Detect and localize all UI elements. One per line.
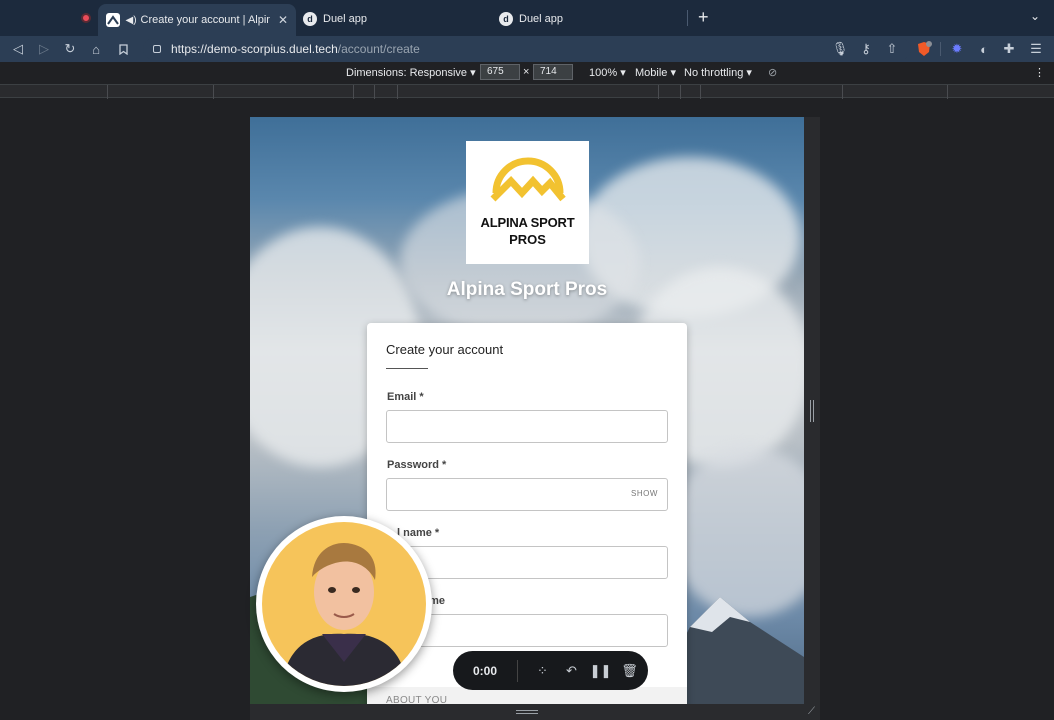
width-input[interactable]: 675: [480, 64, 520, 80]
tab-strip: ◀) Create your account | Alpina Sport Pr…: [0, 0, 1054, 36]
dimensions-dropdown[interactable]: Dimensions: Responsive ▾: [346, 66, 476, 79]
lock-icon: [153, 45, 161, 53]
navigation-bar: ◁ ▷ ↻ ⌂ https://demo-scorpius.duel.tech/…: [0, 36, 1054, 62]
tab-title: Duel app: [519, 13, 564, 25]
duel-favicon-icon: d: [499, 12, 513, 26]
alpina-favicon-icon: [106, 13, 120, 27]
extension-globe-icon[interactable]: ◐: [975, 40, 993, 58]
menu-icon[interactable]: ☰: [1027, 40, 1045, 58]
address-bar[interactable]: https://demo-scorpius.duel.tech/account/…: [143, 38, 911, 60]
height-input[interactable]: 714: [533, 64, 573, 80]
times-symbol: ×: [523, 66, 530, 78]
forward-icon[interactable]: ▷: [35, 40, 53, 58]
device-type-dropdown[interactable]: Mobile ▾: [635, 66, 676, 79]
bookmark-icon[interactable]: [114, 40, 132, 58]
trash-icon[interactable]: 🗑︎: [615, 663, 644, 679]
tab-title: Create your account | Alpina Sport Pros: [140, 14, 270, 26]
recorder-controls: 0:00 ⁘ ↶ ❚❚ 🗑︎: [453, 651, 648, 690]
password-key-icon[interactable]: ⚷: [857, 40, 875, 58]
undo-icon[interactable]: ↶: [557, 663, 586, 679]
avatar: [262, 522, 426, 686]
logo-text-line1: ALPINA SPORT: [480, 215, 575, 230]
fullname-field[interactable]: [386, 546, 668, 579]
resize-grip-icon[interactable]: [810, 400, 814, 422]
media-query-ruler[interactable]: [0, 84, 1054, 99]
brand-logo: ALPINA SPORT PROS: [466, 141, 589, 264]
tab-duel-app-1[interactable]: d Duel app: [295, 6, 485, 32]
recording-timer: 0:00: [473, 663, 498, 678]
back-icon[interactable]: ◁: [9, 40, 27, 58]
tab-create-account[interactable]: ◀) Create your account | Alpina Sport Pr…: [98, 4, 296, 36]
throttling-dropdown[interactable]: No throttling ▾: [684, 66, 752, 79]
microphone-icon[interactable]: 🎙︎: [831, 40, 849, 58]
card-title: Create your account: [386, 342, 504, 357]
duel-favicon-icon: d: [303, 12, 317, 26]
resize-grip-icon[interactable]: [516, 710, 538, 714]
audio-playing-icon[interactable]: ◀): [126, 15, 137, 26]
tab-search-chevron-icon[interactable]: ⌄: [1030, 9, 1040, 23]
url-text: https://demo-scorpius.duel.tech/account/…: [171, 42, 420, 56]
close-tab-icon[interactable]: ✕: [278, 13, 288, 27]
brave-shields-icon[interactable]: [915, 40, 933, 58]
rotate-disabled-icon[interactable]: ⊘: [768, 66, 777, 79]
device-toolbar: Dimensions: Responsive ▾ 675 × 714 100% …: [0, 62, 1054, 84]
corner-resize-icon[interactable]: ⟋: [808, 706, 815, 717]
reload-icon[interactable]: ↻: [61, 40, 79, 58]
controls-divider: [517, 659, 518, 682]
person-avatar-icon: [282, 542, 407, 686]
fullname-label: l name *: [397, 527, 440, 539]
email-field[interactable]: [386, 410, 668, 443]
pause-icon[interactable]: ❚❚: [586, 663, 615, 679]
tab-title: Duel app: [323, 13, 368, 25]
extensions-puzzle-icon[interactable]: ✚: [1000, 40, 1018, 58]
zoom-dropdown[interactable]: 100% ▾: [589, 66, 626, 79]
show-password-button[interactable]: SHOW: [631, 489, 658, 498]
about-you-heading: ABOUT YOU: [386, 695, 448, 704]
tab-divider: [687, 10, 688, 26]
home-icon[interactable]: ⌂: [87, 40, 105, 58]
email-label: Email *: [387, 391, 424, 403]
brand-name: Alpina Sport Pros: [446, 279, 608, 300]
more-options-icon[interactable]: ⋮: [1034, 66, 1045, 79]
grid-dots-icon[interactable]: ⁘: [528, 663, 557, 679]
password-field[interactable]: [386, 478, 668, 511]
password-label: Password *: [387, 459, 447, 471]
title-underline: [386, 368, 428, 369]
new-tab-button[interactable]: +: [698, 7, 709, 28]
webcam-avatar-bubble[interactable]: [256, 516, 432, 692]
logo-text-line2: PROS: [509, 232, 546, 247]
share-icon[interactable]: ⇧: [883, 40, 901, 58]
toolbar-divider: [940, 42, 941, 56]
tab-duel-app-2[interactable]: d Duel app: [491, 6, 681, 32]
recording-indicator-icon: [81, 13, 91, 23]
extension-gear-icon[interactable]: ✹: [948, 40, 966, 58]
